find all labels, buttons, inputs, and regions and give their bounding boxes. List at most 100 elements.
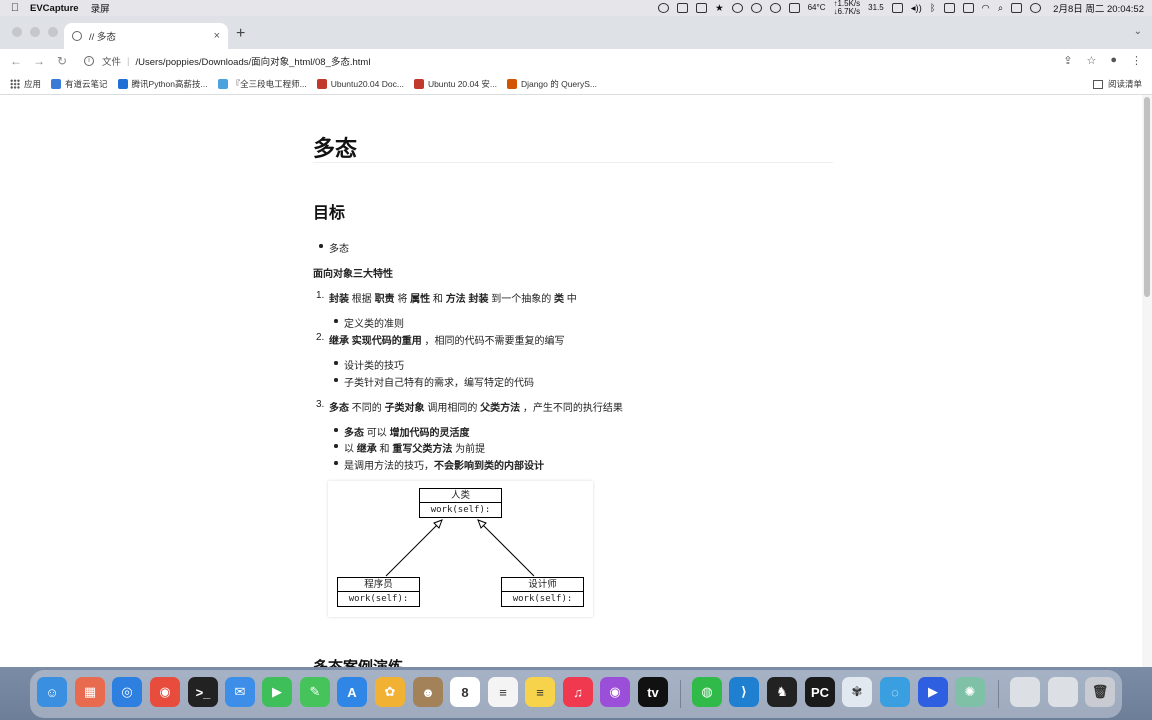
spotlight-icon[interactable]: ⌕ [998, 3, 1003, 14]
appstore-icon[interactable]: A [337, 677, 367, 707]
new-tab-button[interactable]: + [236, 25, 245, 43]
address-bar[interactable]: i 文件 | /Users/poppies/Downloads/面向对象_htm… [74, 51, 1054, 71]
reading-list-label: 阅读清单 [1107, 79, 1142, 89]
volume-icon[interactable]: ◂)) [911, 3, 922, 14]
status-area: ★ 64°C ↑1.5K/s ↓6.7K/s 31.5 ◂)) ᛒ ◠ ⌕ 2月8… [658, 0, 1144, 16]
contacts-icon[interactable]: ☻ [413, 677, 443, 707]
ubuntu-icon [316, 78, 327, 89]
title-divider [313, 162, 833, 163]
zoom-window-button[interactable] [48, 27, 58, 37]
dock-separator [680, 680, 681, 708]
status-app-icon[interactable] [658, 3, 670, 13]
bookmark-item[interactable]: 腾讯Python高薪技... [117, 78, 208, 90]
bluetooth-icon[interactable]: ᛒ [930, 3, 936, 14]
numbered-item: 1. 封装 根据 职责 将 属性 和 方法 封装 到一个抽象的 类 中 [316, 290, 577, 305]
toolbar-actions: ⇪ ☆ ● ⋮ [1063, 54, 1142, 67]
control-center-icon[interactable] [1011, 3, 1023, 13]
wifi-icon[interactable]: ◠ [982, 3, 990, 14]
photos-icon[interactable]: ✿ [375, 677, 405, 707]
status-book-icon[interactable] [788, 3, 800, 13]
window-thumb-icon[interactable] [1010, 677, 1040, 707]
scrollbar[interactable] [1142, 95, 1152, 667]
chevron-down-icon[interactable]: ⌄ [1134, 26, 1142, 37]
bookmark-item[interactable]: 有道云笔记 [51, 78, 108, 90]
control-icon[interactable] [943, 3, 955, 13]
tab-strip: // 多态 × + ⌄ [0, 16, 1152, 49]
pycharm-icon[interactable]: PC [805, 677, 835, 707]
evcapture-icon[interactable]: ✺ [955, 677, 985, 707]
messages-icon[interactable]: ✎ [300, 677, 330, 707]
scrollbar-thumb[interactable] [1144, 97, 1150, 297]
close-tab-button[interactable]: × [214, 30, 220, 42]
sub-list-item: 子类针对自己特有的需求，编写特定的代码 [334, 374, 534, 389]
launchpad-icon[interactable]: ▦ [75, 677, 105, 707]
chrome-icon[interactable]: ◉ [150, 677, 180, 707]
bookmark-label: 『全三段电工程师... [231, 78, 307, 89]
tencent-meeting-icon[interactable]: ▶ [918, 677, 948, 707]
close-window-button[interactable] [12, 27, 22, 37]
battery-percent: 31.5 [868, 3, 884, 12]
apple-icon[interactable]:  [0, 2, 30, 14]
siri-icon[interactable] [1030, 3, 1042, 13]
toolbar: ← → ↻ i 文件 | /Users/poppies/Downloads/面向… [0, 49, 1152, 73]
bookmark-item[interactable]: 『全三段电工程师... [217, 78, 307, 90]
bookmark-label: Ubuntu 20.04 安... [427, 78, 497, 89]
uml-class-parent: 人类 work(self): [419, 488, 502, 518]
bookmark-item[interactable]: 应用 [10, 78, 41, 90]
share-icon[interactable]: ⇪ [1063, 54, 1072, 67]
list-number: 2. [316, 332, 325, 343]
reload-button[interactable]: ↻ [55, 54, 69, 68]
qq-icon[interactable]: ♞ [767, 677, 797, 707]
dock: ☺ ▦ ◎ ◉ >_ ✉ ▶ ✎ A ✿ ☻ 8 ≡ ≡ ♫ ◉ tv ◍ ⟩ ♞ PC ✾ ◌ ▶ ✺ 🗑 [30, 670, 1122, 718]
menu-icon[interactable]: ⋮ [1131, 54, 1142, 67]
bookmark-item[interactable]: Ubuntu20.04 Doc... [316, 78, 404, 89]
podcasts-icon[interactable]: ◉ [600, 677, 630, 707]
battery-full-icon[interactable] [962, 3, 974, 13]
star-icon[interactable]: ★ [715, 3, 724, 14]
status-share-icon[interactable] [750, 3, 762, 13]
uml-diagram: 人类 work(self): 程序员 work(self): 设计师 work(… [328, 481, 593, 617]
back-button[interactable]: ← [9, 54, 23, 68]
youdao-icon [51, 78, 62, 89]
appletv-icon[interactable]: tv [638, 677, 668, 707]
status-camera-icon[interactable] [677, 3, 689, 13]
profile-icon[interactable]: ● [1110, 54, 1117, 67]
status-wechat-icon[interactable] [769, 3, 781, 13]
trash-icon[interactable]: 🗑 [1085, 677, 1115, 707]
minimize-window-button[interactable] [30, 27, 40, 37]
bookmark-item[interactable]: Ubuntu 20.04 安... [413, 78, 497, 90]
app-name[interactable]: EVCapture [30, 3, 79, 14]
net-down: ↓6.7K/s [833, 7, 861, 16]
chat-icon[interactable]: ◌ [880, 677, 910, 707]
mail-icon[interactable]: ✉ [225, 677, 255, 707]
terminal-icon[interactable]: >_ [188, 677, 218, 707]
battery-icon[interactable] [891, 3, 903, 13]
menu-item-record[interactable]: 录屏 [91, 1, 110, 15]
calendar-icon[interactable]: 8 [450, 677, 480, 707]
finder-icon[interactable]: ☺ [37, 677, 67, 707]
class-method: work(self): [430, 505, 491, 515]
reminders-icon[interactable]: ≡ [488, 677, 518, 707]
wechat-icon[interactable]: ◍ [692, 677, 722, 707]
status-chat-icon[interactable] [731, 3, 743, 13]
facetime-icon[interactable]: ▶ [262, 677, 292, 707]
music-icon[interactable]: ♫ [563, 677, 593, 707]
uml-class-child2: 设计师 work(self): [501, 577, 584, 607]
sub-list-item: 定义类的准则 [334, 315, 404, 330]
tab-active[interactable]: // 多态 × [64, 23, 228, 49]
notes-icon[interactable]: ≡ [525, 677, 555, 707]
netease-icon[interactable]: ✾ [842, 677, 872, 707]
bookmark-item[interactable]: Django 的 QueryS... [506, 78, 597, 90]
vscode-icon[interactable]: ⟩ [729, 677, 759, 707]
clock[interactable]: 2月8日 周二 20:04:52 [1053, 1, 1144, 15]
reading-list-button[interactable]: 阅读清单 [1092, 78, 1142, 90]
url-text[interactable]: /Users/poppies/Downloads/面向对象_html/08_多态… [135, 54, 370, 68]
forward-button[interactable]: → [32, 54, 46, 68]
bookmark-label: 腾讯Python高薪技... [131, 78, 208, 89]
status-grid-icon[interactable] [696, 3, 708, 13]
bookmark-star-icon[interactable]: ☆ [1086, 54, 1096, 67]
info-icon[interactable]: i [84, 56, 94, 66]
safari-icon[interactable]: ◎ [112, 677, 142, 707]
reading-list-icon [1092, 79, 1103, 89]
window-thumb2-icon[interactable] [1048, 677, 1078, 707]
